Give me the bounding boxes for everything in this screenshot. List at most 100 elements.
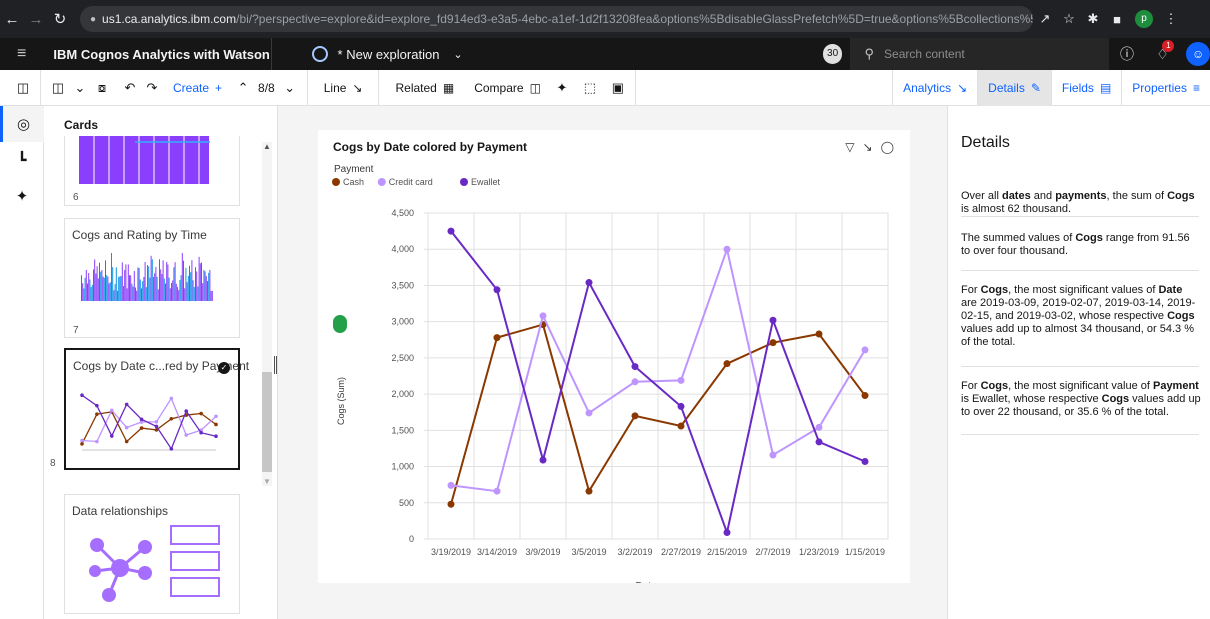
legend-label[interactable]: Cash [343,177,364,187]
properties-tab[interactable]: Properties ≡ [1121,70,1210,106]
data-point[interactable] [723,360,731,368]
measure-badge-icon[interactable] [333,315,347,333]
comment-icon[interactable]: ◫ [12,80,34,96]
data-point[interactable] [493,334,501,342]
data-point[interactable] [769,339,777,347]
hamburger-menu-icon[interactable]: ≡ [0,45,43,63]
delete-icon[interactable]: ▣ [607,80,629,96]
thumb-bar [147,265,148,301]
card-thumbnail-selected[interactable]: Cogs by Date c...red by Payment ✓ 8 [50,348,249,470]
data-point[interactable] [631,363,639,371]
cards-icon[interactable]: ◎ [0,106,44,142]
scrollbar-thumb[interactable] [262,372,272,472]
thumb-bar [138,268,140,301]
pin-icon[interactable]: ✦ [551,80,573,96]
data-point[interactable] [585,487,593,495]
share-icon[interactable]: ↗ [1033,11,1057,27]
y-tick-label: 2,500 [391,353,414,363]
share-icon[interactable]: ⧇ [91,80,113,96]
thumb-bar [111,253,112,301]
fields-tab[interactable]: Fields ▤ [1050,70,1121,106]
data-point[interactable] [723,528,731,536]
bookmark-star-icon[interactable]: ☆ [1057,11,1081,27]
tab-layout-icon[interactable]: ■ [1105,12,1129,27]
data-point[interactable] [493,286,501,294]
data-point[interactable] [723,245,731,253]
data-point[interactable] [815,423,823,431]
chevron-down-icon[interactable]: ⌄ [279,80,301,96]
data-point[interactable] [447,500,455,508]
pin-icon[interactable]: ✦ [0,178,44,214]
reload-icon[interactable]: ↻ [48,10,72,28]
back-arrow-icon[interactable]: ← [0,11,24,28]
related-button[interactable]: Related ▦ [385,70,464,106]
card-thumbnail[interactable]: 6 [64,136,240,206]
chevron-up-icon[interactable]: ⌃ [232,80,254,96]
legend-label[interactable]: Ewallet [471,177,501,187]
line-chart-thumbnail [80,393,218,451]
data-point[interactable] [539,312,547,320]
extensions-icon[interactable]: ✱ [1081,11,1105,27]
data-point[interactable] [677,422,685,430]
thumb-point [124,425,129,430]
count-badge[interactable]: 30 [822,44,843,64]
address-bar[interactable]: ● us1.ca.analytics.ibm.com/bi/?perspecti… [80,6,1033,32]
kebab-menu-icon[interactable]: ⋮ [1159,11,1183,27]
x-tick-label: 1/23/2019 [799,547,839,557]
thumb-bar [96,266,98,301]
y-tick-label: 0 [409,534,414,544]
line-chart-button[interactable]: Line ↘ [314,70,373,106]
legend-label[interactable]: Credit card [389,177,433,187]
hierarchy-icon[interactable]: ┗ [0,142,44,178]
data-point[interactable] [861,346,869,354]
data-point[interactable] [815,330,823,338]
save-icon[interactable]: ◫ [47,80,69,96]
data-point[interactable] [861,457,869,465]
data-point[interactable] [631,378,639,386]
data-point[interactable] [769,451,777,459]
save-dropdown-chevron-icon[interactable]: ⌄ [69,80,91,96]
exploration-switcher[interactable]: * New exploration ⌄ [272,46,823,62]
scroll-down-arrow-icon[interactable]: ▼ [262,477,272,486]
user-avatar[interactable]: ☺ [1186,42,1210,66]
cards-scrollbar[interactable]: ▲ ▼ [262,142,272,486]
thumb-point [124,402,129,407]
thumb-bar [125,264,127,301]
card-thumbnail[interactable]: Cogs and Rating by Time 7 [64,218,240,338]
forward-arrow-icon[interactable]: → [24,11,48,28]
data-point[interactable] [815,438,823,446]
thumb-point [124,439,129,444]
card-thumbnail[interactable]: Data relationships [64,494,240,614]
search-input[interactable]: ⚲ Search content [850,38,1110,70]
redo-icon[interactable]: ↷ [141,80,163,96]
data-point[interactable] [677,402,685,410]
line-label: Line [323,80,347,95]
undo-icon[interactable]: ↶ [119,80,141,96]
data-point[interactable] [769,316,777,324]
data-point[interactable] [677,376,685,384]
data-point[interactable] [447,227,455,235]
compare-button[interactable]: Compare ◫ [464,70,551,106]
thumb-point [139,426,144,430]
thumb-point [169,396,174,401]
thumb-bar [139,279,141,301]
data-point[interactable] [585,279,593,287]
data-point[interactable] [585,409,593,417]
analytics-tab[interactable]: Analytics ↘ [892,70,977,106]
scroll-up-arrow-icon[interactable]: ▲ [262,142,272,151]
cards-panel-title: Cards [64,118,99,132]
panel-resize-handle[interactable] [274,356,277,374]
data-point[interactable] [631,412,639,420]
data-point[interactable] [493,487,501,495]
details-tab[interactable]: Details ✎ [977,70,1051,106]
data-point[interactable] [539,456,547,464]
data-point[interactable] [447,481,455,489]
fullscreen-icon[interactable]: ⬚ [579,80,601,96]
data-point[interactable] [861,392,869,400]
notification-bell-icon[interactable]: ♢ 1 [1145,39,1181,63]
thumb-bar [131,283,133,301]
details-title: Details [961,134,1010,151]
help-icon[interactable]: ⓘ [1109,44,1145,64]
create-button[interactable]: Create + [163,70,232,106]
profile-avatar[interactable]: p [1135,10,1153,28]
